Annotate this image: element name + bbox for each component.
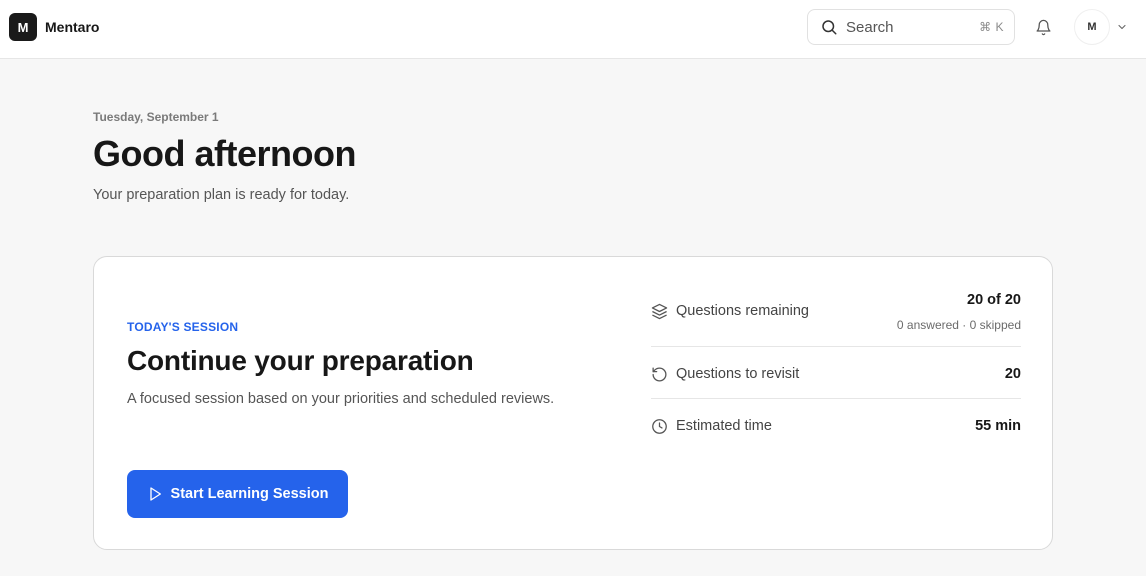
stat-label: Questions remaining xyxy=(676,303,809,319)
stat-estimated-time: Estimated time 55 min xyxy=(651,399,1021,451)
brand-name[interactable]: Mentaro xyxy=(45,19,99,35)
session-stats: Questions remaining 20 of 20 0 answered … xyxy=(651,285,1021,451)
rotate-ccw-icon xyxy=(651,366,668,383)
stat-questions-to-revisit: Questions to revisit 20 xyxy=(651,347,1021,399)
stat-value: 20 xyxy=(1004,366,1021,382)
top-bar: M Mentaro Search ⌘ K M xyxy=(0,0,1146,59)
stat-label: Estimated time xyxy=(676,418,772,434)
play-icon xyxy=(147,486,163,502)
layers-icon xyxy=(651,303,668,320)
notifications-button[interactable] xyxy=(1032,16,1054,38)
user-menu[interactable]: M xyxy=(1074,9,1128,45)
start-button-label: Start Learning Session xyxy=(170,486,329,502)
bell-icon xyxy=(1035,19,1052,36)
search-button[interactable]: Search ⌘ K xyxy=(807,9,1015,45)
page-subtitle: Your preparation plan is ready for today… xyxy=(93,187,350,203)
current-date: Tuesday, September 1 xyxy=(93,110,219,124)
brand-logo[interactable]: M xyxy=(9,13,37,41)
brand[interactable]: M Mentaro xyxy=(9,13,99,41)
stat-value: 55 min xyxy=(975,418,1021,434)
session-tag: TODAY'S SESSION xyxy=(127,320,239,334)
search-icon xyxy=(820,18,838,36)
chevron-down-icon[interactable] xyxy=(1116,21,1128,33)
search-shortcut: ⌘ K xyxy=(979,20,1004,34)
stat-value: 20 of 20 xyxy=(967,292,1021,308)
session-card: TODAY'S SESSION Continue your preparatio… xyxy=(93,256,1053,550)
page-title: Good afternoon xyxy=(93,133,356,174)
clock-icon xyxy=(651,418,668,435)
session-title: Continue your preparation xyxy=(127,345,474,376)
stat-subtext: 0 answered · 0 skipped xyxy=(896,318,1021,332)
session-description: A focused session based on your prioriti… xyxy=(127,391,555,407)
stat-label: Questions to revisit xyxy=(676,366,800,382)
avatar[interactable]: M xyxy=(1074,9,1110,45)
search-label: Search xyxy=(846,18,894,36)
stat-questions-remaining: Questions remaining 20 of 20 0 answered … xyxy=(651,285,1021,347)
start-learning-session-button[interactable]: Start Learning Session xyxy=(127,470,348,518)
